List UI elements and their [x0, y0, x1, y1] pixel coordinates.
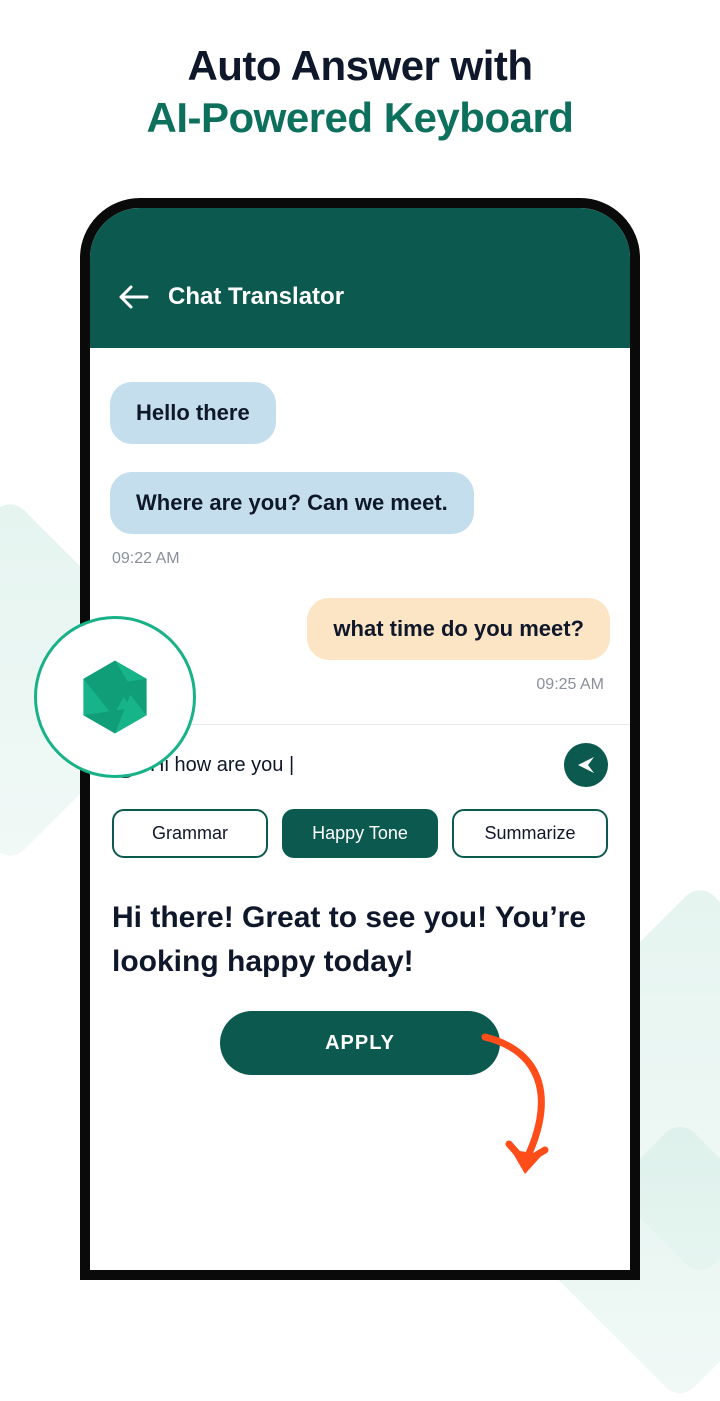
apply-button[interactable]: APPLY	[220, 1011, 500, 1075]
send-button[interactable]	[564, 743, 608, 787]
ai-badge[interactable]	[34, 616, 196, 778]
input-row: Hi how are you |	[112, 743, 608, 787]
app-title: Chat Translator	[168, 283, 344, 311]
back-icon[interactable]	[118, 281, 150, 313]
app-bar: Chat Translator	[90, 208, 630, 348]
hero-title: Auto Answer with AI-Powered Keyboard	[0, 0, 720, 142]
message-input[interactable]: Hi how are you |	[150, 754, 552, 777]
incoming-bubble: Hello there	[110, 382, 276, 444]
incoming-bubble: Where are you? Can we meet.	[110, 472, 474, 534]
hero-line-1: Auto Answer with	[0, 42, 720, 90]
chip-happy-tone[interactable]: Happy Tone	[282, 809, 438, 858]
chip-summarize[interactable]: Summarize	[452, 809, 608, 858]
message-row: Where are you? Can we meet.	[110, 472, 610, 562]
result-text: Hi there! Great to see you! You’re looki…	[90, 858, 630, 983]
outgoing-bubble: what time do you meet?	[307, 598, 610, 660]
aperture-icon	[67, 649, 163, 745]
tone-chips: Grammar Happy Tone Summarize	[112, 809, 608, 858]
hero-line-2: AI-Powered Keyboard	[0, 94, 720, 142]
chip-grammar[interactable]: Grammar	[112, 809, 268, 858]
message-row: Hello there	[110, 382, 610, 472]
